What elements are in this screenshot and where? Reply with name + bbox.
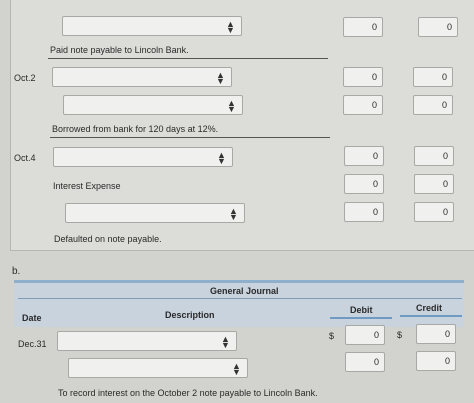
debit-input[interactable]: 0 xyxy=(343,95,383,115)
credit-input[interactable]: 0 xyxy=(413,67,453,87)
currency-symbol: $ xyxy=(329,331,335,341)
credit-input[interactable]: 0 xyxy=(416,351,456,371)
part-label: b. xyxy=(12,266,21,277)
updown-chevron-icon: ▲ ▼ xyxy=(217,150,226,166)
updown-chevron-icon: ▲ ▼ xyxy=(221,334,230,350)
note-rule xyxy=(48,58,328,59)
column-date: Date xyxy=(22,313,42,323)
entry-note: To record interest on the October 2 note… xyxy=(58,388,318,398)
account-select[interactable]: ▲ ▼ xyxy=(65,203,245,223)
journal-title-rule xyxy=(18,298,462,299)
account-select[interactable]: ▲ ▼ xyxy=(63,95,243,115)
debit-input[interactable]: 0 xyxy=(343,17,383,37)
credit-underline xyxy=(400,315,462,317)
debit-input[interactable]: 0 xyxy=(345,325,385,345)
entry-date: Dec.31 xyxy=(18,339,47,349)
debit-input[interactable]: 0 xyxy=(344,146,384,166)
debit-input[interactable]: 0 xyxy=(344,174,384,194)
account-select[interactable]: ▲ ▼ xyxy=(53,147,233,167)
column-description: Description xyxy=(165,310,215,320)
updown-chevron-icon: ▲ ▼ xyxy=(226,19,235,35)
account-select[interactable]: ▲ ▼ xyxy=(57,331,237,351)
currency-symbol: $ xyxy=(397,330,403,340)
credit-input[interactable]: 0 xyxy=(416,324,456,344)
entry-note: Paid note payable to Lincoln Bank. xyxy=(50,45,189,55)
updown-chevron-icon: ▲ ▼ xyxy=(216,70,225,86)
debit-underline xyxy=(330,317,392,319)
entry-note: Borrowed from bank for 120 days at 12%. xyxy=(52,124,219,134)
updown-chevron-icon: ▲ ▼ xyxy=(232,361,241,377)
updown-chevron-icon: ▲ ▼ xyxy=(229,206,238,222)
credit-input[interactable]: 0 xyxy=(418,17,458,37)
credit-input[interactable]: 0 xyxy=(413,95,453,115)
debit-input[interactable]: 0 xyxy=(343,67,383,87)
note-rule xyxy=(50,137,330,138)
account-select[interactable]: ▲ ▼ xyxy=(52,67,232,87)
column-credit: Credit xyxy=(416,303,443,313)
updown-chevron-icon: ▲ ▼ xyxy=(227,98,236,114)
entry-date: Oct.2 xyxy=(14,73,36,83)
account-select[interactable]: ▲ ▼ xyxy=(68,358,248,378)
credit-input[interactable]: 0 xyxy=(414,146,454,166)
debit-input[interactable]: 0 xyxy=(345,352,385,372)
account-name: Interest Expense xyxy=(53,181,121,191)
journal-title: General Journal xyxy=(210,286,279,296)
debit-input[interactable]: 0 xyxy=(344,202,384,222)
credit-input[interactable]: 0 xyxy=(414,202,454,222)
account-select[interactable]: ▲ ▼ xyxy=(62,16,242,36)
column-debit: Debit xyxy=(350,305,373,315)
entry-date: Oct.4 xyxy=(14,153,36,163)
credit-input[interactable]: 0 xyxy=(414,174,454,194)
entry-note: Defaulted on note payable. xyxy=(54,234,162,244)
